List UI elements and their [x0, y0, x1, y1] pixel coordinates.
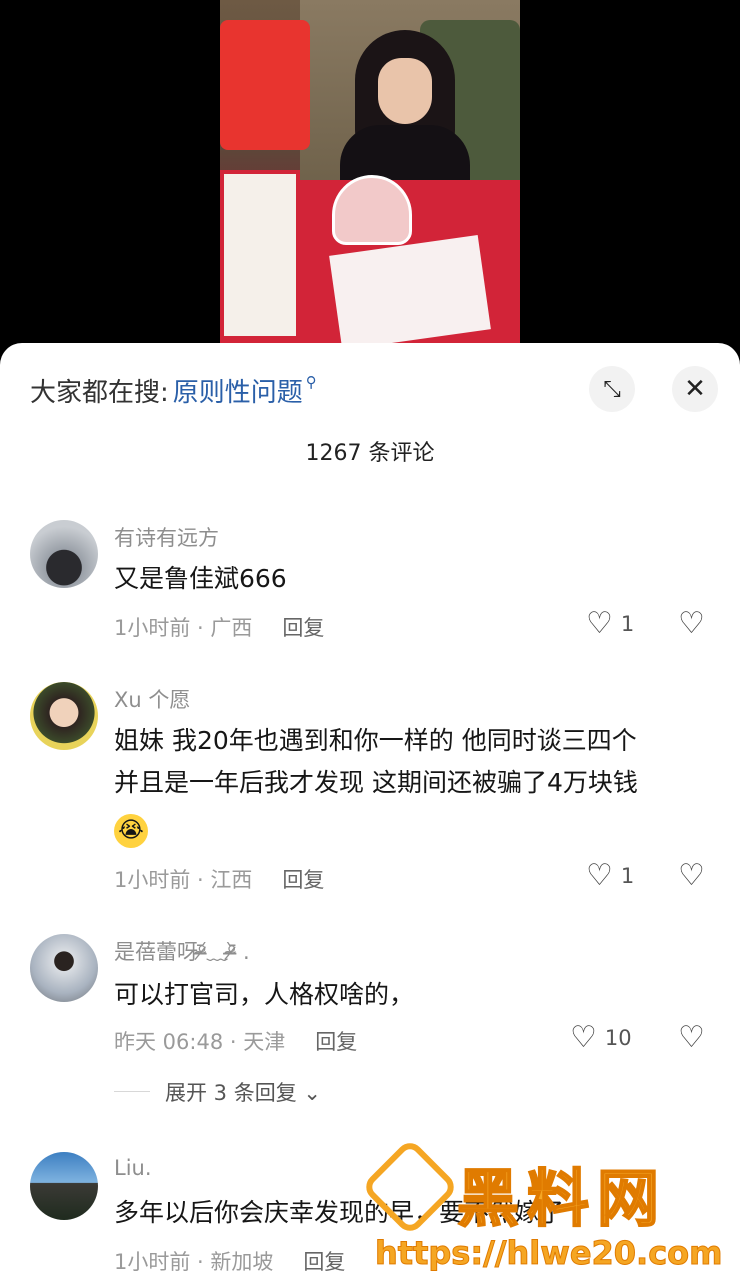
- reply-button[interactable]: 回复: [282, 616, 324, 640]
- comment-username[interactable]: Xu 个愿: [114, 684, 190, 714]
- like-count: 10: [604, 1025, 632, 1050]
- reply-button[interactable]: 回复: [282, 868, 324, 892]
- like-count: 1: [620, 863, 635, 888]
- divider: [114, 1091, 150, 1092]
- like-button[interactable]: ♡ 1: [586, 606, 634, 641]
- crying-emoji: 😭: [114, 814, 148, 848]
- watermark-url: https://hlwe20.com: [375, 1234, 723, 1273]
- comment-time-location: 1小时前 · 江西: [114, 868, 253, 892]
- expand-button[interactable]: ⤡: [589, 366, 635, 412]
- close-button[interactable]: ✕: [672, 366, 718, 412]
- broken-heart-icon[interactable]: ♡: [678, 1020, 705, 1055]
- comment-time-location: 1小时前 · 新加坡: [114, 1250, 274, 1274]
- like-button[interactable]: ♡ 10: [570, 1020, 632, 1055]
- watermark: 黑料网 https://hlwe20.com: [360, 1137, 740, 1280]
- avatar[interactable]: [30, 520, 98, 588]
- heart-icon: ♡: [570, 1020, 597, 1055]
- comment-text: 又是鲁佳斌666: [114, 564, 287, 593]
- comment-time-location: 昨天 06:48 · 天津: [114, 1030, 286, 1054]
- comment-time-location: 1小时前 · 广西: [114, 616, 253, 640]
- broken-heart-icon[interactable]: ♡: [678, 858, 705, 893]
- avatar[interactable]: [30, 1152, 98, 1220]
- comment-meta: 1小时前 · 广西 回复: [114, 612, 324, 642]
- heart-icon: ♡: [586, 858, 613, 893]
- reply-button[interactable]: 回复: [315, 1030, 357, 1054]
- like-button[interactable]: ♡ 1: [586, 858, 634, 893]
- expand-replies-button[interactable]: 展开 3 条回复 ⌄: [165, 1077, 321, 1107]
- search-icon: ⚲: [305, 373, 317, 391]
- comment-meta: 1小时前 · 江西 回复: [114, 864, 324, 894]
- search-term-link[interactable]: 原则性问题: [173, 372, 303, 409]
- heart-icon: ♡: [586, 606, 613, 641]
- comment-username[interactable]: 是蓓蕾呀ᵒ̴̶̷᷄﹏ᵒ̴̶̷᷅ .: [114, 936, 250, 966]
- broken-heart-icon[interactable]: ♡: [678, 606, 705, 641]
- gift-card: [329, 235, 491, 345]
- video-player[interactable]: [0, 0, 740, 360]
- search-suggestion[interactable]: 大家都在搜: 原则性问题 ⚲: [30, 372, 317, 409]
- comment-count: 1267 条评论: [305, 441, 435, 466]
- comment-username[interactable]: Liu.: [114, 1156, 152, 1180]
- expand-icon: ⤡: [603, 376, 621, 402]
- avatar[interactable]: [30, 934, 98, 1002]
- comment-text-line: 并且是一年后我才发现 这期间还被骗了4万块钱: [114, 768, 638, 797]
- person-face: [378, 58, 432, 124]
- avatar[interactable]: [30, 682, 98, 750]
- comment-text-line: 姐妹 我20年也遇到和你一样的 他同时谈三四个: [114, 726, 637, 755]
- like-count: 1: [620, 611, 635, 636]
- birthday-card: [220, 170, 300, 340]
- birthday-sign: [220, 20, 310, 150]
- video-frame[interactable]: [220, 0, 520, 345]
- comment-text: 可以打官司，人格权啥的，: [114, 980, 415, 1009]
- comment-text: 姐妹 我20年也遇到和你一样的 他同时谈三四个 并且是一年后我才发现 这期间还被…: [114, 720, 714, 850]
- close-icon: ✕: [684, 374, 706, 404]
- watermark-title: 黑料网: [456, 1161, 668, 1236]
- comment-username[interactable]: 有诗有远方: [114, 522, 219, 552]
- watermark-logo-icon: [360, 1137, 460, 1237]
- birthday-cake: [332, 175, 412, 245]
- reply-button[interactable]: 回复: [303, 1250, 345, 1274]
- comment-meta: 昨天 06:48 · 天津 回复: [114, 1026, 357, 1056]
- search-label: 大家都在搜:: [30, 377, 169, 408]
- comment-meta: 1小时前 · 新加坡 回复: [114, 1246, 345, 1276]
